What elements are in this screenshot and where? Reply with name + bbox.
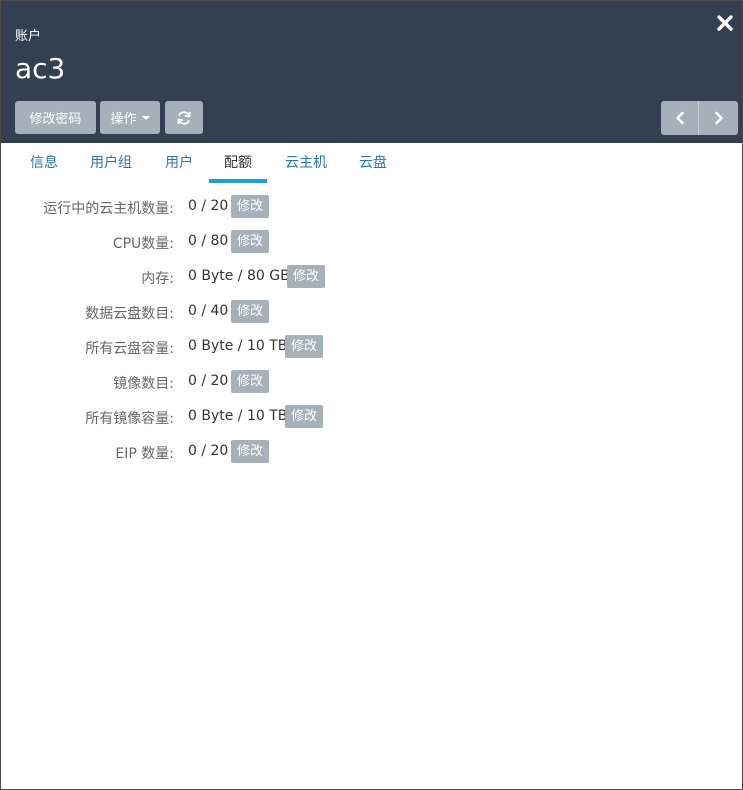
prev-next-nav	[661, 101, 738, 135]
tab-quota[interactable]: 配额	[209, 143, 267, 183]
previous-button[interactable]	[661, 101, 699, 135]
refresh-icon	[177, 110, 191, 125]
close-icon	[717, 15, 733, 31]
quota-edit-button[interactable]: 修改	[231, 370, 270, 393]
quota-edit-button[interactable]: 修改	[285, 405, 324, 428]
quota-edit-button[interactable]: 修改	[231, 230, 270, 253]
tab-user-groups[interactable]: 用户组	[81, 143, 141, 183]
quota-row: 镜像数目: 0 / 20 修改	[1, 370, 742, 394]
quota-value: 0 / 20	[188, 443, 229, 459]
quota-label: 内存:	[141, 271, 174, 287]
change-password-button[interactable]: 修改密码	[15, 101, 96, 134]
quota-row: CPU数量: 0 / 80 修改	[1, 230, 742, 254]
quota-value: 0 Byte / 80 GB	[188, 268, 290, 284]
quota-value: 0 / 20	[188, 198, 229, 214]
quota-label: 数据云盘数目:	[85, 306, 174, 322]
panel-subtitle: 账户	[15, 29, 42, 44]
quota-value: 0 / 80	[188, 233, 229, 249]
quota-row: 所有云盘容量: 0 Byte / 10 TB 修改	[1, 335, 742, 359]
quota-edit-button[interactable]: 修改	[285, 335, 324, 358]
quota-edit-button[interactable]: 修改	[231, 195, 270, 218]
quota-row: 运行中的云主机数量: 0 / 20 修改	[1, 195, 742, 219]
account-detail-panel: 账户 ac3 修改密码 操作 信息 用户组 用户 配额 云主机 云盘 运行中的云…	[0, 0, 743, 790]
quota-value: 0 Byte / 10 TB	[188, 408, 288, 424]
quota-row: 内存: 0 Byte / 80 GB 修改	[1, 265, 742, 289]
quota-row: 数据云盘数目: 0 / 40 修改	[1, 300, 742, 324]
active-tab-indicator	[209, 179, 267, 183]
chevron-left-icon	[675, 111, 684, 125]
chevron-right-icon	[714, 111, 723, 125]
tab-vm-instances[interactable]: 云主机	[276, 143, 336, 183]
caret-down-icon	[141, 115, 150, 120]
quota-row: EIP 数量: 0 / 20 修改	[1, 440, 742, 464]
quota-label: 镜像数目:	[113, 376, 174, 392]
change-password-label: 修改密码	[29, 112, 82, 127]
next-button[interactable]	[699, 101, 738, 135]
tab-users[interactable]: 用户	[151, 143, 207, 183]
quota-value: 0 Byte / 10 TB	[188, 338, 288, 354]
quota-label: 运行中的云主机数量:	[43, 201, 174, 217]
quota-label: 所有云盘容量:	[85, 341, 174, 357]
tab-info[interactable]: 信息	[16, 143, 72, 183]
header: 账户 ac3 修改密码 操作	[1, 1, 742, 143]
quota-row: 所有镜像容量: 0 Byte / 10 TB 修改	[1, 405, 742, 429]
quota-value: 0 / 20	[188, 373, 229, 389]
quota-edit-button[interactable]: 修改	[231, 440, 270, 463]
quota-edit-button[interactable]: 修改	[231, 300, 270, 323]
refresh-button[interactable]	[165, 101, 203, 134]
tab-volumes[interactable]: 云盘	[345, 143, 401, 183]
close-button[interactable]	[714, 12, 736, 34]
actions-label: 操作	[110, 112, 137, 127]
actions-dropdown-button[interactable]: 操作	[100, 101, 160, 134]
quota-value: 0 / 40	[188, 303, 229, 319]
quota-label: 所有镜像容量:	[85, 411, 174, 427]
page-title: ac3	[15, 52, 66, 85]
quota-label: EIP 数量:	[115, 446, 174, 462]
quota-label: CPU数量:	[112, 236, 174, 252]
tab-bar: 信息 用户组 用户 配额 云主机 云盘	[1, 143, 742, 185]
quota-edit-button[interactable]: 修改	[287, 265, 326, 288]
